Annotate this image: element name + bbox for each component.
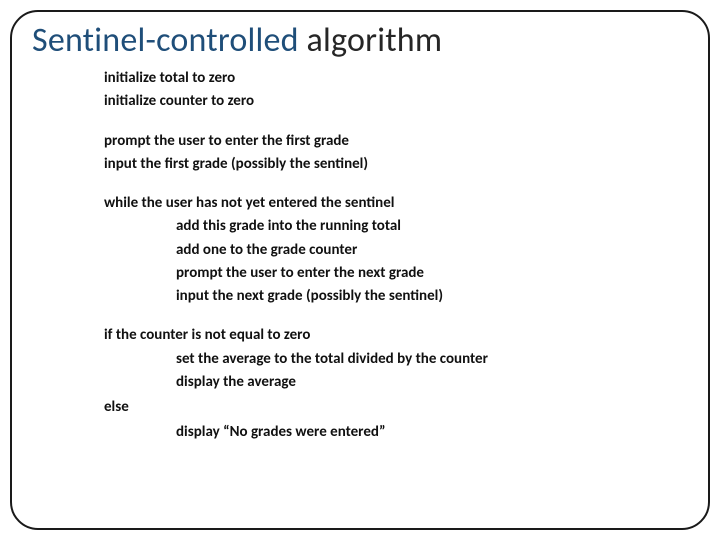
pseudo-line: if the counter is not equal to zero: [104, 324, 688, 347]
title-part-1: Sentinel-controlled: [32, 20, 307, 61]
pseudo-block-while: while the user has not yet entered the s…: [104, 192, 688, 308]
slide-frame: Sentinel-controlled algorithm initialize…: [10, 10, 710, 530]
slide-body: initialize total to zero initialize coun…: [104, 67, 688, 445]
pseudo-line: input the next grade (possibly the senti…: [176, 285, 688, 308]
pseudo-block-init: initialize total to zero initialize coun…: [104, 67, 688, 114]
pseudo-line: display the average: [176, 371, 688, 394]
pseudo-line: input the first grade (possibly the sent…: [104, 153, 688, 176]
pseudo-line: prompt the user to enter the next grade: [176, 262, 688, 285]
pseudo-line: while the user has not yet entered the s…: [104, 192, 688, 215]
pseudo-line: initialize counter to zero: [104, 90, 688, 113]
pseudo-line: initialize total to zero: [104, 67, 688, 90]
slide-title: Sentinel-controlled algorithm: [32, 20, 688, 61]
pseudo-line: set the average to the total divided by …: [176, 348, 688, 371]
pseudo-line: display “No grades were entered”: [176, 421, 688, 444]
pseudo-line: add this grade into the running total: [176, 215, 688, 238]
title-part-2: algorithm: [307, 20, 443, 61]
pseudo-line: add one to the grade counter: [176, 239, 688, 262]
pseudo-block-if: if the counter is not equal to zero set …: [104, 324, 688, 444]
pseudo-block-prompt: prompt the user to enter the first grade…: [104, 130, 688, 177]
pseudo-line: prompt the user to enter the first grade: [104, 130, 688, 153]
pseudo-line: else: [104, 396, 688, 419]
